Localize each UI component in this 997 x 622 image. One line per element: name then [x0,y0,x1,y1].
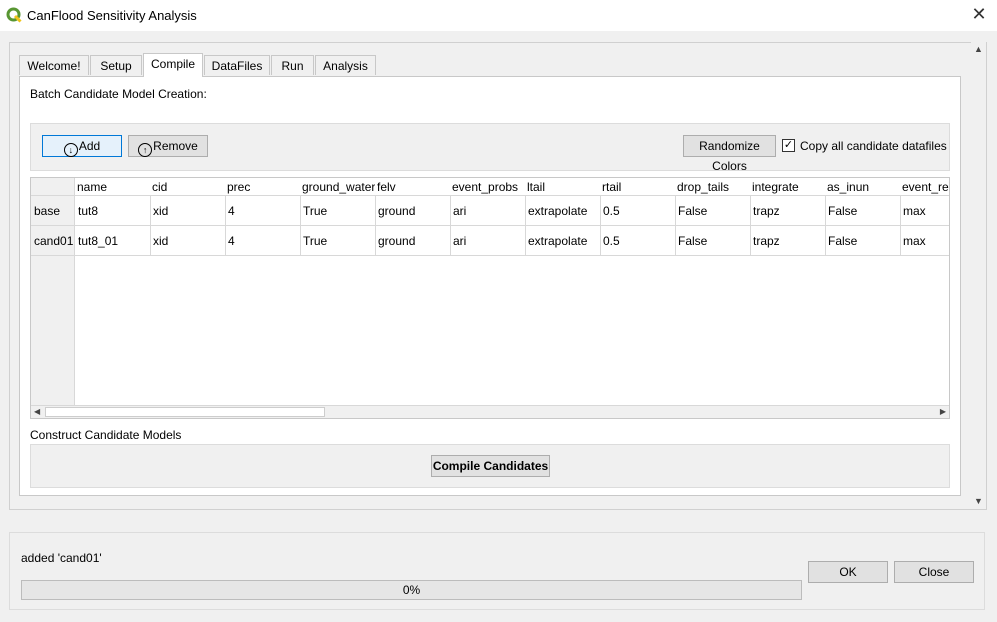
table-cell[interactable]: False [825,226,901,256]
column-header[interactable]: name [75,178,151,196]
copy-datafiles-checkbox[interactable]: ✓ [782,139,795,152]
progress-bar: 0% [21,580,802,600]
table-cell[interactable]: 4 [225,226,301,256]
arrow-down-circle-icon: ↓ [63,143,78,157]
table-cell[interactable]: extrapolate [525,226,601,256]
progress-text: 0% [402,583,421,597]
batch-creation-label: Batch Candidate Model Creation: [30,87,207,101]
table-cell[interactable]: 4 [225,196,301,226]
tab-compile[interactable]: Compile [143,53,203,77]
scrollbar-thumb[interactable] [45,407,325,417]
close-icon[interactable]: ✕ [970,5,988,23]
ok-button[interactable]: OK [808,561,888,583]
row-header-area [31,256,75,406]
window-title: CanFlood Sensitivity Analysis [27,8,197,23]
table-cell[interactable]: ari [450,226,526,256]
column-header[interactable]: integrate [750,178,826,196]
status-message: added 'cand01' [21,551,102,565]
table-cell[interactable]: True [300,196,376,226]
column-header[interactable]: as_inun [825,178,901,196]
table-cell[interactable]: tut8_01 [75,226,151,256]
tab-setup[interactable]: Setup [90,55,142,75]
scroll-right-icon[interactable]: ▶ [940,406,946,418]
table-cell[interactable]: 0.5 [600,196,676,226]
title-bar: CanFlood Sensitivity Analysis ✕ [0,0,997,31]
column-header[interactable]: event_probs [450,178,526,196]
table-cell[interactable]: 0.5 [600,226,676,256]
scroll-down-icon[interactable]: ▼ [974,496,983,506]
table-cell[interactable]: max [900,196,949,226]
row-header-base[interactable]: base [31,196,75,226]
column-header[interactable]: ltail [525,178,601,196]
tab-welcome[interactable]: Welcome! [19,55,89,75]
row-header-cand01[interactable]: cand01 [31,226,75,256]
copy-datafiles-label: Copy all candidate datafiles [800,139,947,153]
tab-analysis[interactable]: Analysis [315,55,376,75]
table-cell[interactable]: xid [150,196,226,226]
table-cell[interactable]: tut8 [75,196,151,226]
remove-button[interactable]: ↑ Remove [128,135,208,157]
construct-models-label: Construct Candidate Models [30,428,182,442]
column-header[interactable]: rtail [600,178,676,196]
tab-datafiles[interactable]: DataFiles [204,55,270,75]
table-cell[interactable]: False [675,196,751,226]
table-cell[interactable]: trapz [750,226,826,256]
candidates-table[interactable]: name cid prec ground_water felv event_pr… [30,177,950,419]
table-cell[interactable]: False [825,196,901,226]
horizontal-scrollbar[interactable]: ◀ ▶ [31,405,949,418]
column-header[interactable]: event_rels [900,178,949,196]
table-cell[interactable]: True [300,226,376,256]
randomize-colors-button[interactable]: Randomize Colors [683,135,776,173]
table-cell[interactable]: xid [150,226,226,256]
table-cell[interactable]: False [675,226,751,256]
compile-candidates-button[interactable]: Compile Candidates [431,455,550,477]
qgis-logo-icon [6,7,22,23]
vertical-scrollbar[interactable]: ▲ ▼ [971,42,986,508]
add-button-label: Add [78,139,101,153]
column-header[interactable]: ground_water [300,178,376,196]
table-cell[interactable]: ground [375,226,451,256]
table-cell[interactable]: trapz [750,196,826,226]
scroll-left-icon[interactable]: ◀ [34,406,40,418]
table-cell[interactable]: ground [375,196,451,226]
tab-run[interactable]: Run [271,55,314,75]
scroll-up-icon[interactable]: ▲ [974,44,983,54]
close-button[interactable]: Close [894,561,974,583]
table-corner[interactable] [31,178,75,196]
column-header[interactable]: felv [375,178,451,196]
arrow-up-circle-icon: ↑ [138,143,153,157]
column-header[interactable]: drop_tails [675,178,751,196]
table-cell[interactable]: max [900,226,949,256]
table-cell[interactable]: ari [450,196,526,226]
table-cell[interactable]: extrapolate [525,196,601,226]
remove-button-label: Remove [153,139,198,153]
add-button[interactable]: ↓ Add [42,135,122,157]
column-header[interactable]: prec [225,178,301,196]
column-header[interactable]: cid [150,178,226,196]
